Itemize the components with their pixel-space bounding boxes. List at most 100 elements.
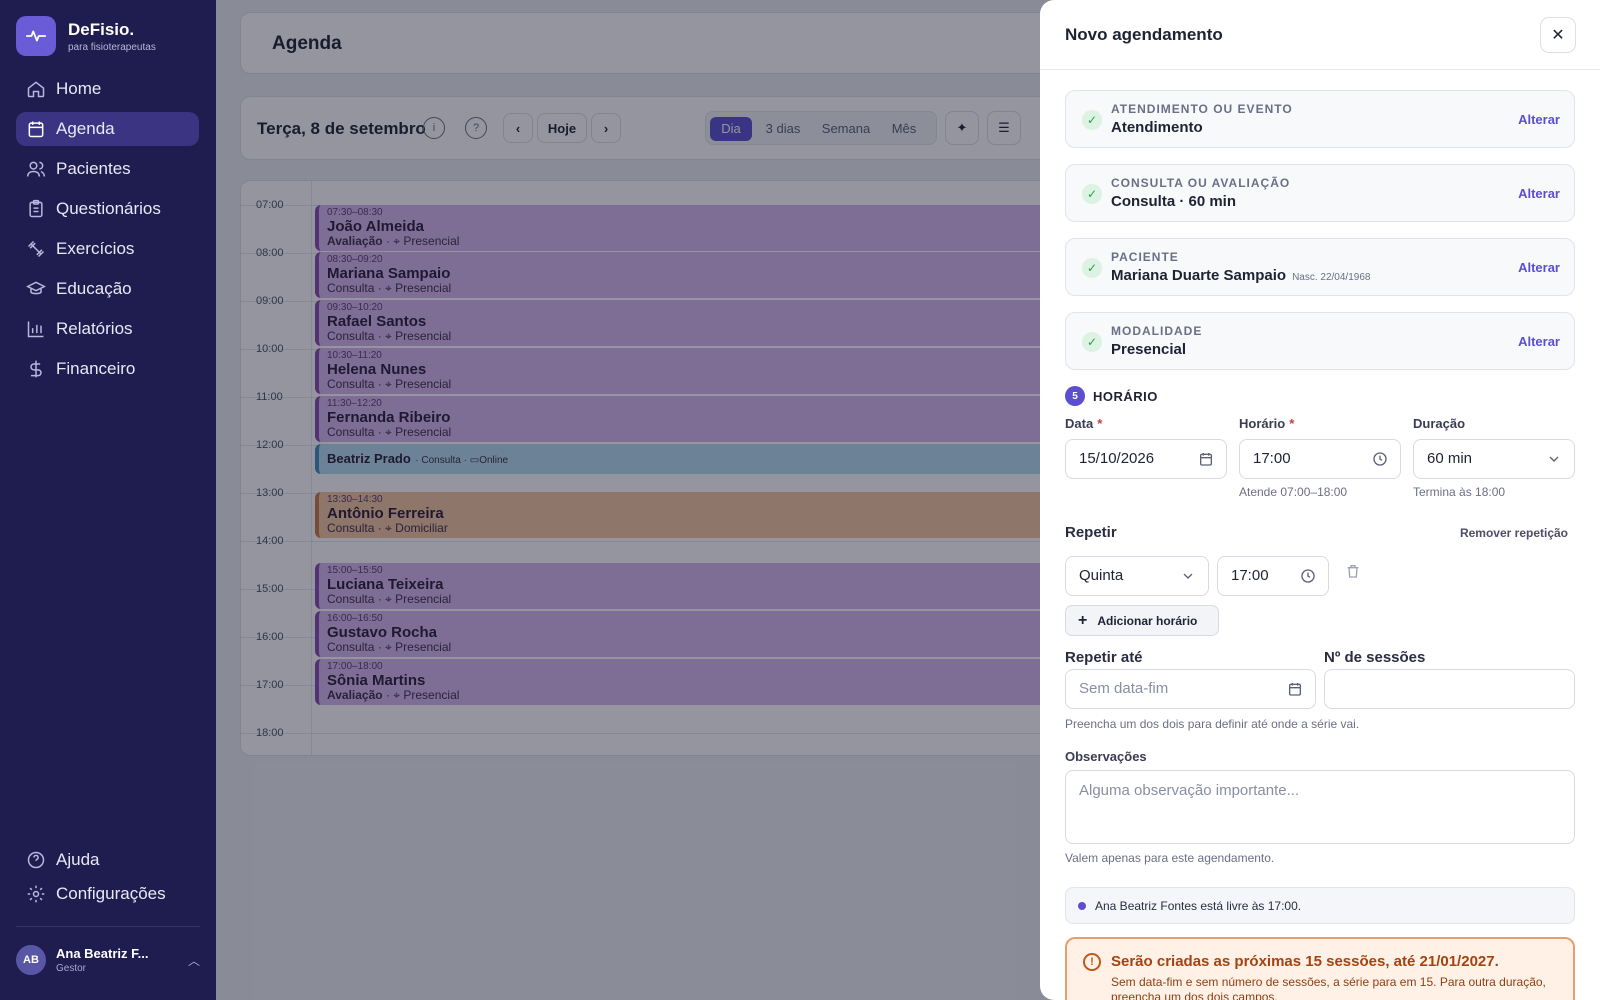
step-value: Consulta · 60 min xyxy=(1111,193,1237,210)
nav-item-educacao[interactable]: Educação xyxy=(16,272,199,306)
availability-text: Ana Beatriz Fontes está livre às 17:00. xyxy=(1095,898,1302,913)
close-icon: ✕ xyxy=(1551,27,1565,44)
check-icon: ✓ xyxy=(1082,258,1102,278)
drawer-title: Novo agendamento xyxy=(1065,25,1223,44)
nav-label: Home xyxy=(56,79,102,98)
add-time-button[interactable]: + Adicionar horário xyxy=(1065,605,1219,636)
user-name: Ana Beatriz F... xyxy=(56,946,149,961)
end-time-hint: Termina às 18:00 xyxy=(1413,485,1506,499)
repeat-day-select[interactable]: Quinta xyxy=(1065,556,1209,596)
nav-item-questionarios[interactable]: Questionários xyxy=(16,192,199,226)
sessions-input[interactable] xyxy=(1324,669,1575,709)
nav-item-relatorios[interactable]: Relatórios xyxy=(16,312,199,346)
calendar-icon xyxy=(28,121,44,138)
calendar-icon xyxy=(1289,683,1301,696)
patient-birthdate: Nasc. 22/04/1968 xyxy=(1292,272,1371,283)
duration-select[interactable]: 60 min xyxy=(1413,439,1575,479)
step-patient: ✓ PACIENTE Mariana Duarte Sampaio Nasc. 2… xyxy=(1065,238,1575,296)
step-consultation-type: ✓ CONSULTA OU AVALIAÇÃO Consulta · 60 mi… xyxy=(1065,164,1575,222)
section-title: HORÁRIO xyxy=(1093,389,1158,404)
nav-item-pacientes[interactable]: Pacientes xyxy=(16,152,199,186)
repeat-hint: Preencha um dos dois para definir até on… xyxy=(1065,717,1360,731)
chevron-down-icon xyxy=(1183,573,1193,579)
nav-label: Educação xyxy=(56,279,132,298)
main-nav: Home Agenda Pacientes Questionários Exer… xyxy=(16,72,199,392)
dollar-icon xyxy=(30,360,42,378)
clipboard-icon xyxy=(29,199,43,218)
sessions-warning: ! Serão criadas as próximas 15 sessões, … xyxy=(1065,937,1575,1000)
graduation-cap-icon xyxy=(26,281,46,295)
step-event-type: ✓ ATENDIMENTO OU EVENTO Atendimento Alte… xyxy=(1065,90,1575,148)
check-icon: ✓ xyxy=(1082,110,1102,130)
warning-title: Serão criadas as próximas 15 sessões, at… xyxy=(1111,953,1499,970)
chevron-up-icon: ︿ xyxy=(187,953,200,968)
nav-label: Exercícios xyxy=(56,239,135,258)
brand[interactable]: DeFisio. para fisioterapeutas xyxy=(16,16,156,56)
nav-label: Financeiro xyxy=(56,359,136,378)
repeat-time-input[interactable]: 17:00 xyxy=(1217,556,1329,596)
step-value: Atendimento xyxy=(1111,119,1203,136)
change-modality-button[interactable]: Alterar xyxy=(1518,334,1560,349)
add-time-label: Adicionar horário xyxy=(1097,613,1198,628)
nav-item-configuracoes[interactable]: Configurações xyxy=(16,879,199,909)
step-label: ATENDIMENTO OU EVENTO xyxy=(1111,102,1293,116)
trash-icon[interactable] xyxy=(1345,563,1361,579)
nav-label: Relatórios xyxy=(56,319,133,338)
new-appointment-drawer: Novo agendamento ✕ ✓ ATENDIMENTO OU EVEN… xyxy=(1040,0,1600,1000)
warning-text: Sem data-fim e sem número de sessões, a … xyxy=(1111,975,1546,1000)
chevron-down-icon xyxy=(1549,456,1559,462)
nav-item-ajuda[interactable]: Ajuda xyxy=(16,845,199,875)
avatar: AB xyxy=(16,945,46,975)
users-icon xyxy=(26,161,46,177)
close-button[interactable]: ✕ xyxy=(1540,17,1576,53)
calendar-icon xyxy=(1200,453,1212,466)
dumbbell-icon xyxy=(27,240,45,258)
hours-hint: Atende 07:00–18:00 xyxy=(1239,485,1348,499)
brand-name: DeFisio. xyxy=(68,19,135,39)
change-consultation-button[interactable]: Alterar xyxy=(1518,186,1560,201)
clock-icon xyxy=(1373,452,1387,466)
plus-icon: + xyxy=(1078,611,1088,629)
time-input[interactable]: 17:00 xyxy=(1239,439,1401,479)
change-event-type-button[interactable]: Alterar xyxy=(1518,112,1560,127)
notes-textarea[interactable]: Alguma observação importante... xyxy=(1065,770,1575,844)
nav-item-financeiro[interactable]: Financeiro xyxy=(16,352,199,386)
remove-repeat-button[interactable]: Remover repetição xyxy=(1460,526,1568,540)
step-number-badge: 5 xyxy=(1065,386,1085,406)
user-role: Gestor xyxy=(56,963,87,974)
nav-item-home[interactable]: Home xyxy=(16,72,199,106)
bar-chart-icon xyxy=(27,321,44,338)
sessions-label: Nº de sessões xyxy=(1324,649,1426,666)
step-value: Presencial xyxy=(1111,341,1187,358)
repeat-until-input[interactable]: Sem data-fim xyxy=(1065,669,1316,709)
step-value: Mariana Duarte Sampaio Nasc. 22/04/1968 xyxy=(1111,267,1370,284)
check-icon: ✓ xyxy=(1082,332,1102,352)
home-icon xyxy=(27,81,45,98)
nav-label: Agenda xyxy=(56,119,115,138)
step-label: MODALIDADE xyxy=(1111,324,1203,338)
nav-label: Pacientes xyxy=(56,159,131,178)
nav-item-agenda[interactable]: Agenda xyxy=(16,112,199,146)
secondary-nav: Ajuda Configurações xyxy=(16,845,199,913)
step-modality: ✓ MODALIDADE Presencial Alterar xyxy=(1065,312,1575,370)
clock-icon xyxy=(1301,569,1315,583)
date-input[interactable]: 15/10/2026 xyxy=(1065,439,1227,479)
nav-label: Ajuda xyxy=(56,850,100,869)
notes-hint: Valem apenas para este agendamento. xyxy=(1065,851,1275,865)
user-menu[interactable]: AB Ana Beatriz F... Gestor ︿ xyxy=(16,926,200,975)
repeat-until-label: Repetir até xyxy=(1065,649,1143,666)
check-icon: ✓ xyxy=(1082,184,1102,204)
repeat-title: Repetir xyxy=(1065,524,1117,541)
patient-name: Mariana Duarte Sampaio xyxy=(1111,267,1287,284)
availability-notice: Ana Beatriz Fontes está livre às 17:00. xyxy=(1065,887,1575,924)
gear-icon xyxy=(27,885,45,903)
step-label: PACIENTE xyxy=(1111,250,1179,264)
drawer-header: Novo agendamento ✕ xyxy=(1040,0,1600,70)
time-label: Horário * xyxy=(1239,416,1295,431)
pulse-logo-icon xyxy=(16,16,56,56)
alert-circle-icon: ! xyxy=(1083,953,1101,971)
nav-label: Questionários xyxy=(56,199,161,218)
nav-item-exercicios[interactable]: Exercícios xyxy=(16,232,199,266)
change-patient-button[interactable]: Alterar xyxy=(1518,260,1560,275)
date-label: Data * xyxy=(1065,416,1103,431)
